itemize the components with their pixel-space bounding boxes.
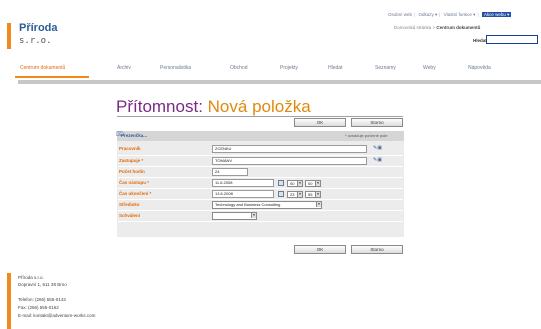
chevron-down-icon: ▼ bbox=[316, 202, 321, 207]
employee-label-text: Pracovník bbox=[119, 146, 141, 151]
end-date-input[interactable]: 13.6.2008 bbox=[212, 190, 274, 198]
end-time-label: Čas ukončení * bbox=[119, 191, 152, 196]
chevron-down-icon: ▼ bbox=[297, 192, 302, 197]
row-separator bbox=[118, 155, 403, 156]
calendar-icon[interactable] bbox=[278, 191, 284, 197]
days-count-input[interactable]: 24 bbox=[212, 168, 248, 176]
replacement-input[interactable]: TOMÁNV bbox=[212, 157, 367, 165]
footer-company: Příroda s.r.o. bbox=[18, 275, 44, 280]
search-input[interactable] bbox=[486, 35, 538, 44]
replacement-label-text: Zastupuje bbox=[119, 158, 141, 163]
chevron-down-icon: ▼ bbox=[297, 181, 302, 186]
page-title-action: Nová položka bbox=[207, 97, 311, 116]
footer-accent-bar bbox=[7, 273, 11, 329]
start-minute-select[interactable]: 00 ▼ bbox=[305, 180, 321, 187]
title-rule bbox=[117, 116, 403, 117]
ok-button-bottom[interactable]: OK bbox=[294, 245, 346, 254]
cancel-button-top[interactable]: Storno bbox=[351, 118, 403, 127]
chevron-down-icon: ▼ bbox=[251, 213, 256, 218]
top-links: Osobní web | Odkazy ▾ | Vlastní funkce ▾ | … bbox=[388, 12, 512, 17]
top-link-links[interactable]: Odkazy ▾ bbox=[418, 12, 437, 17]
nav-item-search[interactable]: Hledat bbox=[328, 65, 342, 71]
employee-label: Pracovník bbox=[119, 146, 141, 151]
search-label: Hledat bbox=[473, 38, 487, 43]
start-hour-select[interactable]: 00 ▼ bbox=[287, 180, 303, 187]
nav-item-sites[interactable]: Weby bbox=[423, 65, 436, 71]
calendar-icon[interactable] bbox=[278, 180, 284, 186]
approval-select[interactable]: ▼ bbox=[212, 212, 257, 220]
breadcrumb-home[interactable]: Domovská stránka > bbox=[394, 25, 436, 30]
chevron-down-icon: ▼ bbox=[315, 181, 320, 186]
nav-item-projects[interactable]: Projekty bbox=[280, 65, 298, 71]
row-separator bbox=[118, 177, 403, 178]
address-book-icon[interactable]: ✎▣ bbox=[373, 145, 382, 151]
start-time-label: Čas nástupu * bbox=[119, 180, 150, 185]
row-separator bbox=[118, 199, 403, 200]
nav-active-underline bbox=[15, 76, 89, 78]
footer-fax: Fax: (266) 555-0162 bbox=[18, 305, 59, 310]
footer-email[interactable]: E-mail: kontakt@adventure-works.com bbox=[18, 313, 95, 318]
end-minute-select[interactable]: 55 ▼ bbox=[305, 191, 321, 198]
chevron-down-icon: ▼ bbox=[315, 192, 320, 197]
nav-item-archive[interactable]: Archiv bbox=[117, 65, 131, 71]
nav-item-help[interactable]: Nápověda bbox=[468, 65, 491, 71]
required-fields-note: * označuje povinné pole bbox=[345, 133, 388, 138]
department-select[interactable]: Technology and Business Consulting ▼ bbox=[212, 201, 322, 209]
start-hour-value: 00 bbox=[290, 181, 295, 186]
start-minute-value: 00 bbox=[308, 181, 313, 186]
nav-item-document-center[interactable]: Centrum dokumentů bbox=[20, 65, 65, 71]
days-count-label: Počet hodin bbox=[119, 169, 145, 174]
page-title: Přítomnost: Nová položka bbox=[116, 97, 311, 117]
nav-separator-band bbox=[18, 80, 541, 84]
end-time-label-text: Čas ukončení bbox=[119, 191, 149, 196]
page-title-separator: : bbox=[198, 97, 208, 116]
breadcrumb: Domovská stránka > Centrum dokumentů bbox=[394, 25, 480, 30]
ok-button-top[interactable]: OK bbox=[294, 118, 346, 127]
cancel-button-bottom[interactable]: Storno bbox=[351, 245, 403, 254]
nav-item-lists[interactable]: Seznamy bbox=[375, 65, 396, 71]
top-link-personal-site[interactable]: Osobní web bbox=[388, 12, 412, 17]
footer-address: Dopravní 1, 611 38 Brno bbox=[18, 282, 67, 287]
main-nav: Centrum dokumentů Archiv Personalistika … bbox=[18, 65, 541, 77]
address-book-icon[interactable]: ✎▣ bbox=[373, 157, 382, 163]
row-separator bbox=[118, 166, 403, 167]
department-value: Technology and Business Consulting bbox=[215, 202, 281, 207]
top-link-custom-functions[interactable]: Vlastní funkce ▾ bbox=[444, 12, 476, 17]
department-label: Středisko bbox=[119, 202, 140, 207]
form-panel-title[interactable]: Prezenčka... bbox=[121, 133, 147, 138]
brand-name[interactable]: Příroda bbox=[19, 22, 58, 34]
breadcrumb-current: Centrum dokumentů bbox=[436, 25, 481, 30]
page-title-list[interactable]: Přítomnost bbox=[116, 97, 198, 116]
start-date-input[interactable]: 11.6.2008 bbox=[212, 179, 274, 187]
footer-phone: Telefon: (266) 555-0143 bbox=[18, 297, 66, 302]
row-separator bbox=[118, 221, 403, 222]
nav-item-sales[interactable]: Obchod bbox=[230, 65, 248, 71]
top-link-site-actions[interactable]: Akce webu ▾ bbox=[481, 12, 512, 17]
brand-accent-bar bbox=[7, 23, 11, 49]
employee-input[interactable]: ZCENKU bbox=[212, 145, 367, 153]
start-time-label-text: Čas nástupu bbox=[119, 180, 147, 185]
row-separator bbox=[118, 188, 403, 189]
end-hour-value: 23 bbox=[290, 192, 295, 197]
end-hour-select[interactable]: 23 ▼ bbox=[287, 191, 303, 198]
row-separator bbox=[118, 210, 403, 211]
end-minute-value: 55 bbox=[308, 192, 313, 197]
brand-subtitle: s.r.o. bbox=[19, 36, 52, 46]
nav-item-hr[interactable]: Personalistika bbox=[160, 65, 191, 71]
approval-label: Schválení bbox=[119, 213, 141, 218]
replacement-label: Zastupuje * bbox=[119, 158, 144, 163]
